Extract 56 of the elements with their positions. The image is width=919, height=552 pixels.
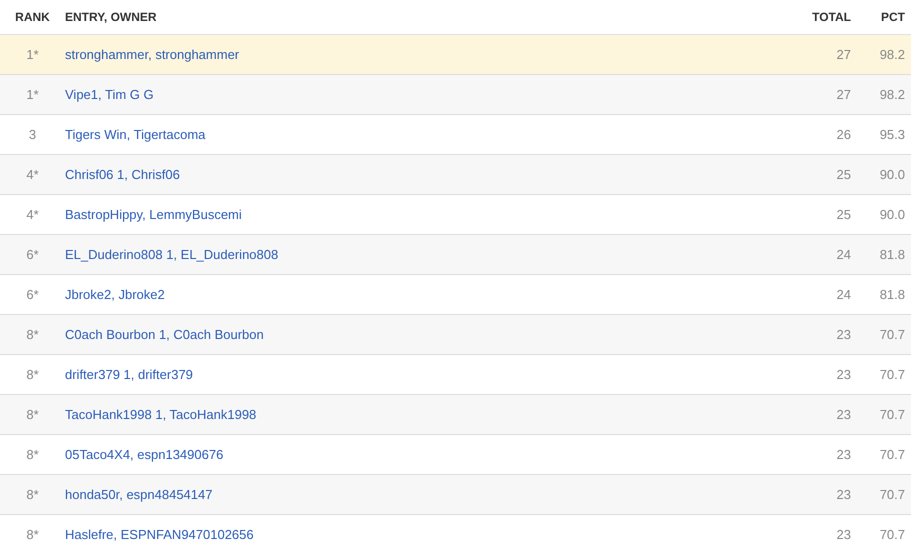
total-cell-text: 23 (836, 406, 851, 424)
rank-cell-text: 8* (25, 486, 40, 504)
rank-cell-text: 4* (25, 206, 40, 224)
entry-link[interactable]: stronghammer, stronghammer (65, 46, 240, 62)
entry-link[interactable]: TacoHank1998 1, TacoHank1998 (65, 406, 256, 422)
rank-cell-text: 8* (25, 406, 40, 424)
entry-link[interactable]: Tigers Win, Tigertacoma (65, 126, 206, 142)
rank-cell-text: 1* (25, 46, 40, 64)
pct-cell-text: 70.7 (878, 326, 906, 344)
entry-link[interactable]: BastropHippy, LemmyBuscemi (65, 206, 242, 222)
entry-link[interactable]: Chrisf06 1, Chrisf06 (65, 166, 180, 182)
pct-cell-text: 70.7 (878, 366, 906, 384)
entry-link[interactable]: C0ach Bourbon 1, C0ach Bourbon (65, 326, 264, 342)
total-cell-text: 27 (836, 46, 851, 64)
pct-cell-text: 70.7 (878, 406, 906, 424)
pct-cell-text: 95.3 (878, 126, 906, 144)
pct-cell-text: 70.7 (878, 526, 906, 544)
entry-link[interactable]: EL_Duderino808 1, EL_Duderino808 (65, 246, 278, 262)
total-cell-text: 25 (836, 166, 851, 184)
total-cell-text: 23 (836, 486, 851, 504)
pct-cell-text: 81.8 (878, 286, 906, 304)
pct-cell-text: 98.2 (878, 46, 906, 64)
total-cell-text: 23 (836, 526, 851, 544)
total-cell-text: 25 (836, 206, 851, 224)
entry-link[interactable]: drifter379 1, drifter379 (65, 366, 193, 382)
entry-link[interactable]: Haslefre, ESPNFAN9470102656 (65, 526, 254, 542)
total-cell-text: 23 (836, 366, 851, 384)
rank-cell-text: 8* (25, 526, 40, 544)
total-cell-text: 27 (836, 86, 851, 104)
column-header: ENTRY, OWNER (65, 9, 158, 26)
entry-link[interactable]: Vipe1, Tim G G (65, 86, 154, 102)
column-header: TOTAL (811, 9, 851, 26)
rank-cell-text: 4* (25, 166, 40, 184)
pct-cell-text: 70.7 (878, 446, 906, 464)
entry-link[interactable]: honda50r, espn48454147 (65, 486, 212, 502)
column-header: RANK (14, 9, 51, 26)
pct-cell-text: 90.0 (878, 166, 906, 184)
rank-cell-text: 3 (28, 126, 38, 144)
rank-cell-text: 6* (25, 286, 40, 304)
pct-cell-text: 98.2 (878, 86, 906, 104)
pct-cell-text: 81.8 (878, 246, 906, 264)
total-cell-text: 24 (836, 286, 851, 304)
total-cell-text: 26 (836, 126, 851, 144)
pct-cell-text: 90.0 (878, 206, 906, 224)
rank-cell-text: 8* (25, 366, 40, 384)
pct-cell-text: 70.7 (878, 486, 906, 504)
total-cell-text: 23 (836, 326, 851, 344)
rank-cell-text: 8* (25, 326, 40, 344)
total-cell-text: 23 (836, 446, 851, 464)
rank-cell-text: 8* (25, 446, 40, 464)
rank-cell-text: 1* (25, 86, 40, 104)
entry-link[interactable]: 05Taco4X4, espn13490676 (65, 446, 224, 462)
column-header: PCT (880, 9, 906, 26)
rank-cell-text: 6* (25, 246, 40, 264)
entry-link[interactable]: Jbroke2, Jbroke2 (65, 286, 165, 302)
total-cell-text: 24 (836, 246, 851, 264)
